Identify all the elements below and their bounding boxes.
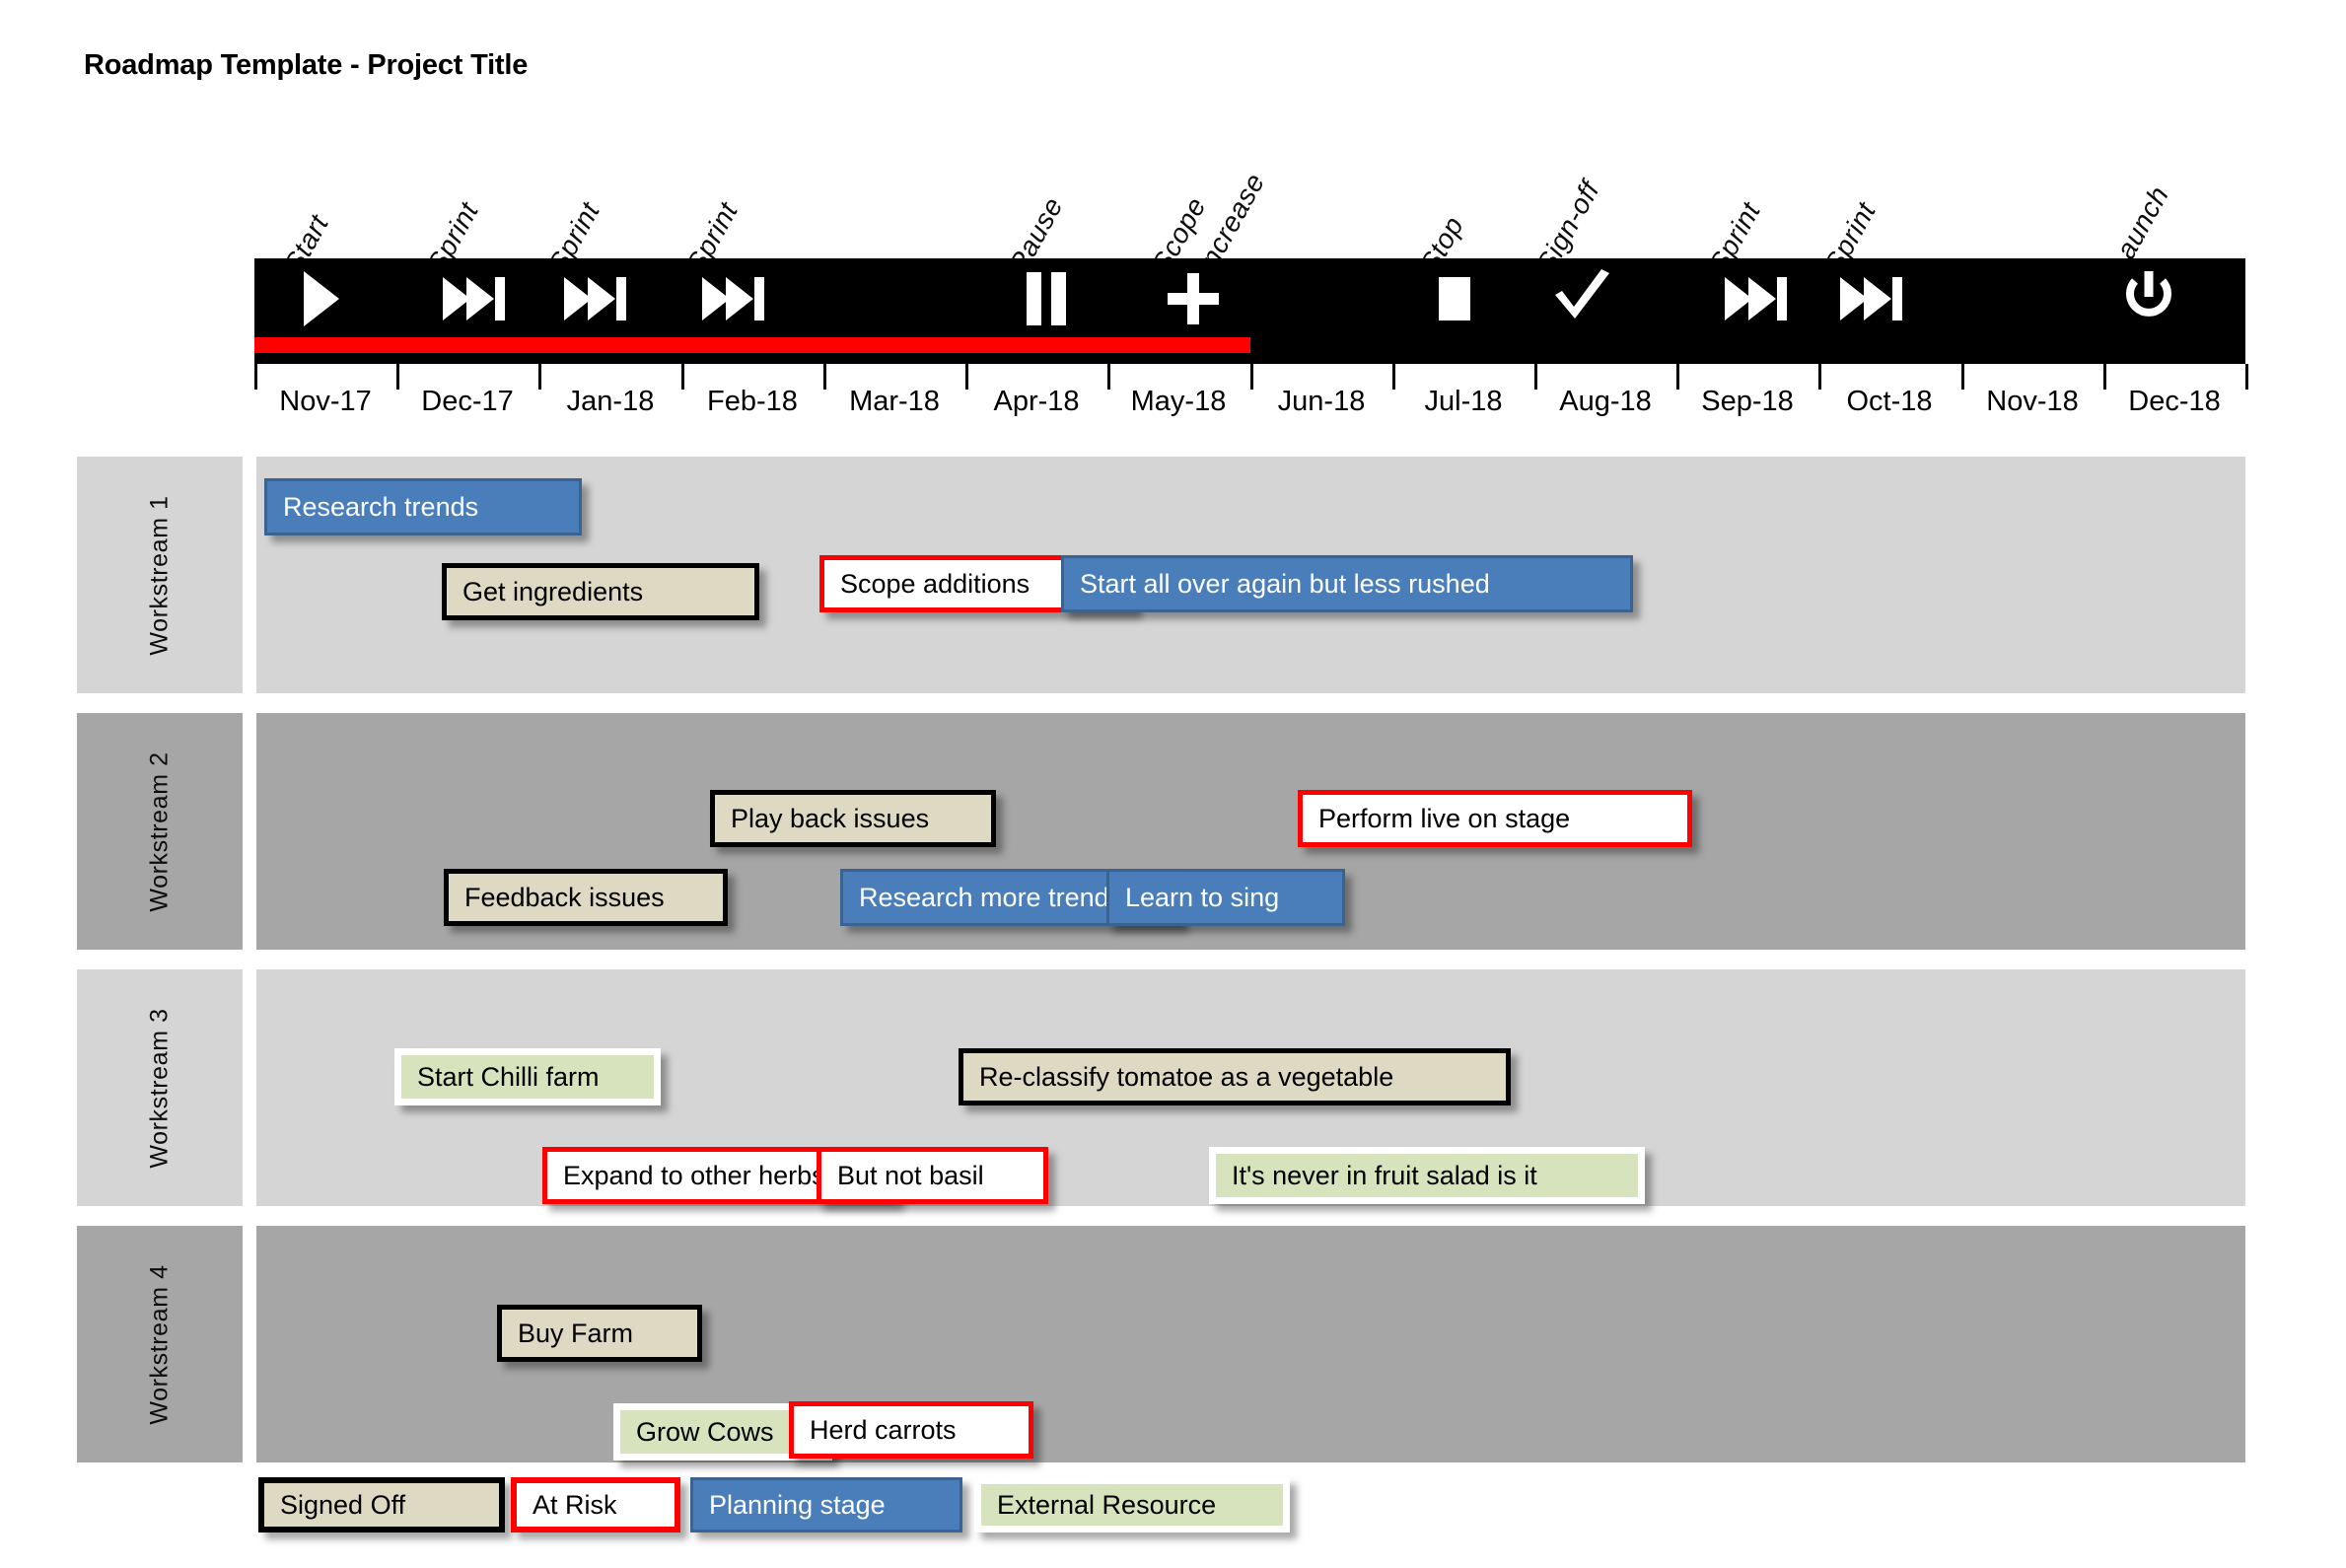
pause-icon[interactable] (1023, 268, 1070, 329)
skip-forward-icon[interactable] (441, 268, 510, 329)
swimlane: Workstream 2 Play back issues Feedback iss… (77, 713, 2245, 950)
task-box[interactable]: Learn to sing (1106, 869, 1345, 926)
swimlane-header: Workstream 4 (77, 1226, 243, 1462)
legend-item[interactable]: At Risk (511, 1477, 680, 1532)
check-icon[interactable] (1550, 268, 1615, 329)
plus-icon[interactable] (1166, 268, 1221, 329)
swimlane-label: Workstream 3 (145, 1007, 174, 1169)
month-label: Jul-18 (1424, 386, 1503, 417)
power-icon[interactable] (2122, 268, 2175, 329)
month-label: Mar-18 (849, 386, 940, 417)
axis-tick (1961, 364, 1964, 390)
skip-forward-icon[interactable] (1723, 268, 1792, 329)
task-box[interactable]: Perform live on stage (1298, 790, 1692, 847)
swimlane: Workstream 1 Research trends Get ingredien… (77, 457, 2245, 693)
month-label: Jun-18 (1277, 386, 1366, 417)
axis-tick (1107, 364, 1110, 390)
axis-tick (1818, 364, 1821, 390)
swimlane: Workstream 4 Buy Farm Grow Cows Herd carrot… (77, 1226, 2245, 1462)
skip-forward-icon[interactable] (700, 268, 769, 329)
swimlane-body: Research trends Get ingredients Scope addi… (256, 457, 2245, 693)
month-label: Feb-18 (707, 386, 798, 417)
task-box[interactable]: Herd carrots (789, 1401, 1033, 1459)
axis-tick (396, 364, 399, 390)
axis-tick (823, 364, 826, 390)
task-box[interactable]: Start all over again but less rushed (1061, 555, 1633, 612)
month-label: Jan-18 (566, 386, 655, 417)
axis-tick (2103, 364, 2106, 390)
swimlane-header: Workstream 2 (77, 713, 243, 950)
swimlane-label: Workstream 4 (145, 1263, 174, 1425)
axis-tick (965, 364, 968, 390)
swimlane-label: Workstream 2 (145, 750, 174, 912)
swimlane-label: Workstream 1 (145, 494, 174, 656)
swimlane: Workstream 3 Start Chilli farm Re-classify… (77, 969, 2245, 1206)
axis-tick (1676, 364, 1679, 390)
axis-tick (1534, 364, 1537, 390)
task-box[interactable]: Start Chilli farm (394, 1048, 661, 1105)
swimlane-header: Workstream 1 (77, 457, 243, 693)
month-label: Nov-18 (1986, 386, 2079, 417)
month-label: Oct-18 (1846, 386, 1933, 417)
swimlane-body: Buy Farm Grow Cows Herd carrots (256, 1226, 2245, 1462)
swimlane-body: Start Chilli farm Re-classify tomatoe as … (256, 969, 2245, 1206)
task-box[interactable]: It's never in fruit salad is it (1209, 1147, 1645, 1204)
month-label: Aug-18 (1559, 386, 1652, 417)
roadmap-page: Roadmap Template - Project Title Start Sp… (0, 0, 2346, 1568)
axis-tick (2245, 364, 2248, 390)
axis-tick (254, 364, 257, 390)
stop-icon[interactable] (1434, 268, 1475, 329)
legend-item[interactable]: Planning stage (690, 1477, 962, 1532)
skip-forward-icon[interactable] (562, 268, 631, 329)
task-box[interactable]: But not basil (817, 1147, 1048, 1204)
month-label: Nov-17 (279, 386, 372, 417)
axis-tick (1392, 364, 1395, 390)
month-label: Dec-18 (2128, 386, 2221, 417)
page-title: Roadmap Template - Project Title (84, 49, 529, 81)
skip-forward-icon[interactable] (1838, 268, 1907, 329)
axis-tick (538, 364, 541, 390)
swimlane-body: Play back issues Feedback issues Research … (256, 713, 2245, 950)
swimlane-header: Workstream 3 (77, 969, 243, 1206)
progress-fill (254, 337, 1250, 353)
month-label: Apr-18 (993, 386, 1080, 417)
task-box[interactable]: Get ingredients (442, 563, 759, 620)
axis-tick (1250, 364, 1253, 390)
task-box[interactable]: Play back issues (710, 790, 996, 847)
legend-item[interactable]: External Resource (974, 1477, 1290, 1532)
month-label: Sep-18 (1701, 386, 1794, 417)
month-label: Dec-17 (421, 386, 514, 417)
task-box[interactable]: Re-classify tomatoe as a vegetable (959, 1048, 1511, 1105)
task-box[interactable]: Feedback issues (444, 869, 728, 926)
month-label: May-18 (1130, 386, 1227, 417)
task-box[interactable]: Research trends (264, 478, 582, 535)
task-box[interactable]: Buy Farm (497, 1305, 702, 1362)
month-axis: Nov-17 Dec-17 Jan-18 Feb-18 Mar-18 Apr-18 May-… (254, 364, 2248, 425)
legend-item[interactable]: Signed Off (258, 1477, 505, 1532)
timeline-bar (254, 258, 2245, 364)
play-icon[interactable] (298, 268, 343, 329)
axis-tick (681, 364, 684, 390)
